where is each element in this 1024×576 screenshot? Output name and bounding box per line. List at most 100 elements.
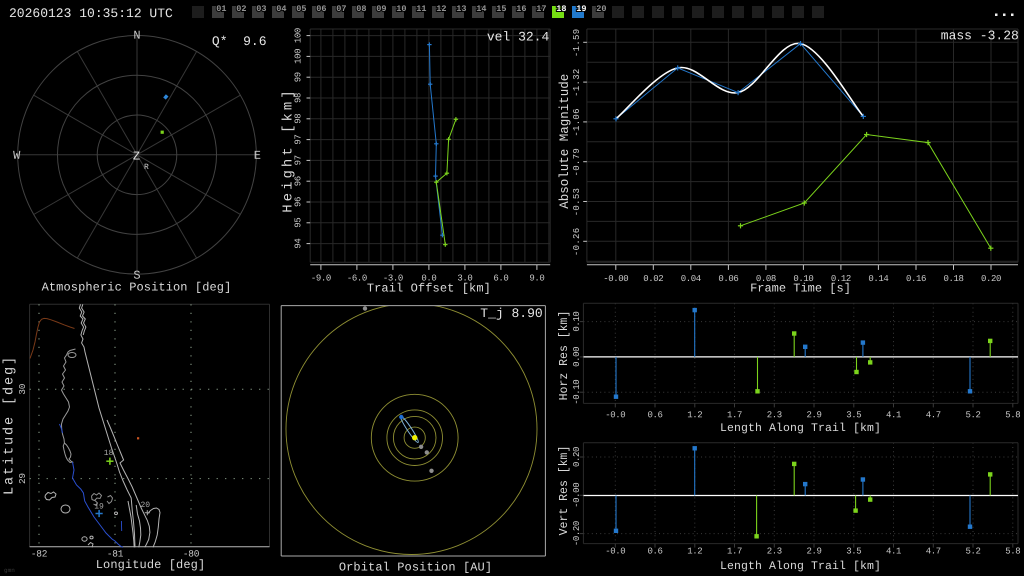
svg-text:-0.00: -0.00 [603,274,628,284]
svg-text:vel 32.4: vel 32.4 [487,29,550,44]
svg-text:03: 03 [256,4,266,14]
svg-text:0.06: 0.06 [718,274,738,284]
svg-text:Frame Time [s]: Frame Time [s] [750,281,851,295]
svg-text:0.6: 0.6 [647,410,662,420]
svg-text:-0.79: -0.79 [572,148,582,177]
svg-text:Length Along Trail [km]: Length Along Trail [km] [720,422,881,435]
svg-text:5.8: 5.8 [1005,546,1020,556]
svg-text:Atmospheric Position [deg]: Atmospheric Position [deg] [42,280,232,294]
svg-text:1.2: 1.2 [687,410,702,420]
svg-text:1.7: 1.7 [727,546,742,556]
svg-text:4.7: 4.7 [926,546,941,556]
svg-text:20260123 10:35:12 UTC: 20260123 10:35:12 UTC [9,6,173,21]
svg-text:13: 13 [456,4,466,14]
svg-text:100: 100 [293,28,303,43]
svg-text:0.04: 0.04 [681,274,701,284]
svg-text:-1.59: -1.59 [572,29,582,58]
svg-text:-82: -82 [31,548,48,559]
svg-text:4.1: 4.1 [886,410,901,420]
svg-text:4.1: 4.1 [886,546,901,556]
svg-text:Horz Res [km]: Horz Res [km] [558,311,571,401]
svg-text:Q* 9.6: Q* 9.6 [212,34,267,49]
svg-text:100: 100 [293,49,303,64]
svg-text:09: 09 [376,4,386,14]
svg-text:1.2: 1.2 [687,546,702,556]
svg-text:17: 17 [536,4,546,14]
svg-text:Z: Z [133,149,140,163]
svg-text:Absolute Magnitude: Absolute Magnitude [558,74,572,209]
svg-text:Vert Res [km]: Vert Res [km] [558,446,571,536]
svg-text:W: W [13,149,21,163]
svg-text:0.20: 0.20 [981,274,1001,284]
svg-text:07: 07 [336,4,346,14]
svg-text:2.3: 2.3 [767,410,782,420]
svg-text:94: 94 [293,239,303,249]
svg-text:02: 02 [236,4,246,14]
svg-text:-0.53: -0.53 [572,188,582,217]
svg-text:-0.0: -0.0 [605,410,625,420]
svg-text:-6.0: -6.0 [347,273,367,283]
svg-text:30: 30 [17,383,28,394]
svg-text:-0.20: -0.20 [572,521,582,546]
svg-text:Orbital Position [AU]: Orbital Position [AU] [339,560,492,574]
svg-text:2.3: 2.3 [767,546,782,556]
svg-text:06: 06 [316,4,326,14]
svg-text:6.0: 6.0 [493,273,508,283]
svg-text:0.00: 0.00 [572,347,582,367]
svg-text:19: 19 [576,4,586,14]
svg-text:-1.06: -1.06 [572,108,582,137]
svg-text:10: 10 [396,4,406,14]
svg-text:-1.32: -1.32 [572,68,582,97]
svg-text:20: 20 [140,501,150,510]
svg-text:gmn: gmn [4,567,15,574]
svg-text:0.18: 0.18 [943,274,963,284]
svg-text:Height [km]: Height [km] [281,87,297,212]
svg-text:Latitude [deg]: Latitude [deg] [3,355,18,495]
svg-text:19: 19 [94,502,104,511]
svg-text:-0.00: -0.00 [572,483,582,508]
svg-text:08: 08 [356,4,366,14]
svg-text:Trail Offset [km]: Trail Offset [km] [367,281,491,295]
svg-text:99: 99 [293,72,303,82]
svg-text:0.16: 0.16 [906,274,926,284]
svg-text:3.5: 3.5 [846,410,861,420]
svg-text:15: 15 [496,4,506,14]
svg-text:16: 16 [516,4,526,14]
svg-text:29: 29 [17,473,28,484]
svg-text:12: 12 [436,4,446,14]
svg-text:11: 11 [416,4,426,14]
svg-text:0.20: 0.20 [572,447,582,467]
svg-text:04: 04 [276,4,286,14]
svg-text:0.14: 0.14 [868,274,888,284]
svg-text:0.10: 0.10 [572,312,582,332]
svg-text:01: 01 [216,4,226,14]
svg-text:Length Along Trail [km]: Length Along Trail [km] [720,560,881,573]
svg-text:2.9: 2.9 [806,410,821,420]
svg-text:-0.10: -0.10 [572,380,582,405]
svg-text:mass -3.28: mass -3.28 [941,28,1019,43]
svg-text:3.5: 3.5 [846,546,861,556]
svg-text:5.2: 5.2 [965,546,980,556]
svg-text:9.0: 9.0 [529,273,544,283]
svg-text:-0.0: -0.0 [605,546,625,556]
svg-text:05: 05 [296,4,306,14]
svg-text:14: 14 [476,4,486,14]
svg-text:5.8: 5.8 [1005,410,1020,420]
svg-text:1.7: 1.7 [727,410,742,420]
svg-text:4.7: 4.7 [926,410,941,420]
svg-text:0.6: 0.6 [647,546,662,556]
svg-text:2.9: 2.9 [806,546,821,556]
svg-text:20: 20 [596,4,606,14]
svg-text:95: 95 [293,218,303,228]
svg-text:0.02: 0.02 [643,274,663,284]
svg-text:E: E [254,149,261,163]
svg-text:Longitude [deg]: Longitude [deg] [96,558,206,572]
svg-text:5.2: 5.2 [965,410,980,420]
svg-text:T_j 8.90: T_j 8.90 [480,306,542,321]
svg-text:-0.26: -0.26 [572,228,582,257]
svg-text:N: N [133,29,140,43]
svg-text:18: 18 [556,4,566,14]
svg-text:-9.0: -9.0 [311,273,331,283]
svg-text:R: R [144,163,149,172]
svg-text:18: 18 [104,449,114,458]
